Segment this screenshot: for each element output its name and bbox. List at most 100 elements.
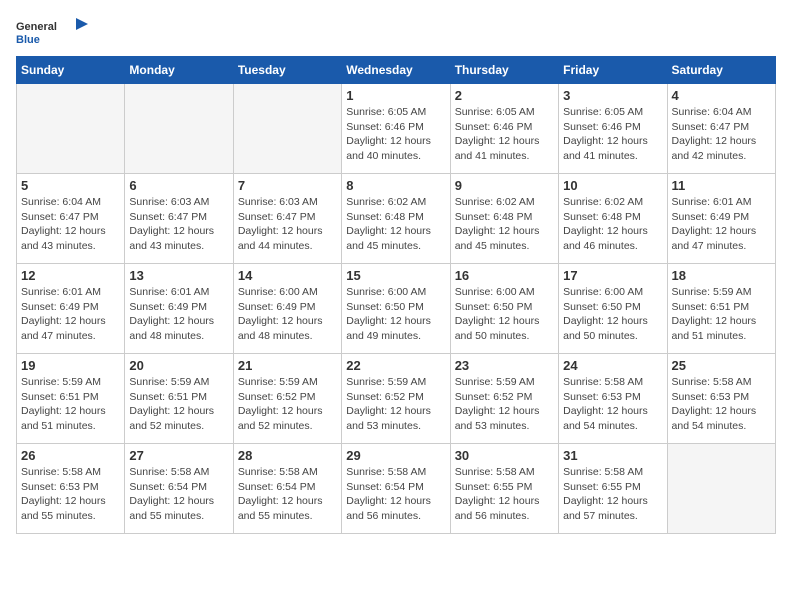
calendar-cell: 13Sunrise: 6:01 AM Sunset: 6:49 PM Dayli… xyxy=(125,264,233,354)
day-number: 14 xyxy=(238,268,337,283)
calendar-cell: 3Sunrise: 6:05 AM Sunset: 6:46 PM Daylig… xyxy=(559,84,667,174)
day-number: 8 xyxy=(346,178,445,193)
day-info: Sunrise: 6:02 AM Sunset: 6:48 PM Dayligh… xyxy=(455,195,554,254)
weekday-header-cell: Tuesday xyxy=(233,57,341,84)
day-info: Sunrise: 5:58 AM Sunset: 6:54 PM Dayligh… xyxy=(129,465,228,524)
calendar-week-row: 1 Sunrise: 6:05 AM Sunset: 6:46 PM Daylig… xyxy=(17,84,776,174)
day-info: Sunrise: 6:05 AM Sunset: 6:46 PM Dayligh… xyxy=(346,105,445,164)
weekday-header-row: SundayMondayTuesdayWednesdayThursdayFrid… xyxy=(17,57,776,84)
day-number: 19 xyxy=(21,358,120,373)
day-info: Sunrise: 6:04 AM Sunset: 6:47 PM Dayligh… xyxy=(21,195,120,254)
logo-icon: General Blue xyxy=(16,16,92,46)
day-number: 2 xyxy=(455,88,554,103)
day-number: 10 xyxy=(563,178,662,193)
weekday-header-cell: Monday xyxy=(125,57,233,84)
calendar-table: SundayMondayTuesdayWednesdayThursdayFrid… xyxy=(16,56,776,534)
page-header: General Blue xyxy=(16,16,776,46)
weekday-header-cell: Friday xyxy=(559,57,667,84)
calendar-cell: 9 Sunrise: 6:02 AM Sunset: 6:48 PM Daylig… xyxy=(450,174,558,264)
day-number: 16 xyxy=(455,268,554,283)
day-info: Sunrise: 5:59 AM Sunset: 6:52 PM Dayligh… xyxy=(346,375,445,434)
calendar-cell: 6 Sunrise: 6:03 AM Sunset: 6:47 PM Daylig… xyxy=(125,174,233,264)
day-number: 26 xyxy=(21,448,120,463)
day-info: Sunrise: 5:58 AM Sunset: 6:55 PM Dayligh… xyxy=(455,465,554,524)
day-number: 24 xyxy=(563,358,662,373)
calendar-cell: 26 Sunrise: 5:58 AM Sunset: 6:53 PM Dayli… xyxy=(17,444,125,534)
calendar-cell: 8 Sunrise: 6:02 AM Sunset: 6:48 PM Daylig… xyxy=(342,174,450,264)
day-number: 18 xyxy=(672,268,771,283)
day-number: 12 xyxy=(21,268,120,283)
calendar-cell: 18 Sunrise: 5:59 AM Sunset: 6:51 PM Dayli… xyxy=(667,264,775,354)
weekday-header-cell: Thursday xyxy=(450,57,558,84)
day-info: Sunrise: 6:05 AM Sunset: 6:46 PM Dayligh… xyxy=(455,105,554,164)
calendar-cell: 29 Sunrise: 5:58 AM Sunset: 6:54 PM Dayli… xyxy=(342,444,450,534)
day-info: Sunrise: 6:01 AM Sunset: 6:49 PM Dayligh… xyxy=(672,195,771,254)
calendar-cell xyxy=(17,84,125,174)
svg-text:General: General xyxy=(16,21,57,33)
calendar-cell xyxy=(667,444,775,534)
calendar-cell: 2 Sunrise: 6:05 AM Sunset: 6:46 PM Daylig… xyxy=(450,84,558,174)
weekday-header-cell: Saturday xyxy=(667,57,775,84)
calendar-cell xyxy=(125,84,233,174)
svg-text:Blue: Blue xyxy=(16,34,40,46)
day-info: Sunrise: 5:58 AM Sunset: 6:55 PM Dayligh… xyxy=(563,465,662,524)
day-info: Sunrise: 6:04 AM Sunset: 6:47 PM Dayligh… xyxy=(672,105,771,164)
calendar-cell: 24 Sunrise: 5:58 AM Sunset: 6:53 PM Dayli… xyxy=(559,354,667,444)
weekday-header-cell: Wednesday xyxy=(342,57,450,84)
calendar-cell: 22Sunrise: 5:59 AM Sunset: 6:52 PM Dayli… xyxy=(342,354,450,444)
day-info: Sunrise: 5:59 AM Sunset: 6:51 PM Dayligh… xyxy=(672,285,771,344)
day-info: Sunrise: 5:58 AM Sunset: 6:53 PM Dayligh… xyxy=(672,375,771,434)
calendar-cell: 17Sunrise: 6:00 AM Sunset: 6:50 PM Dayli… xyxy=(559,264,667,354)
calendar-cell: 7 Sunrise: 6:03 AM Sunset: 6:47 PM Daylig… xyxy=(233,174,341,264)
day-number: 6 xyxy=(129,178,228,193)
calendar-cell: 12 Sunrise: 6:01 AM Sunset: 6:49 PM Dayli… xyxy=(17,264,125,354)
calendar-cell: 5 Sunrise: 6:04 AM Sunset: 6:47 PM Daylig… xyxy=(17,174,125,264)
day-number: 7 xyxy=(238,178,337,193)
day-number: 29 xyxy=(346,448,445,463)
day-info: Sunrise: 5:58 AM Sunset: 6:54 PM Dayligh… xyxy=(238,465,337,524)
calendar-cell: 30 Sunrise: 5:58 AM Sunset: 6:55 PM Dayli… xyxy=(450,444,558,534)
calendar-cell: 20Sunrise: 5:59 AM Sunset: 6:51 PM Dayli… xyxy=(125,354,233,444)
calendar-cell: 21Sunrise: 5:59 AM Sunset: 6:52 PM Dayli… xyxy=(233,354,341,444)
day-info: Sunrise: 5:59 AM Sunset: 6:52 PM Dayligh… xyxy=(238,375,337,434)
day-info: Sunrise: 6:02 AM Sunset: 6:48 PM Dayligh… xyxy=(346,195,445,254)
calendar-cell: 23 Sunrise: 5:59 AM Sunset: 6:52 PM Dayli… xyxy=(450,354,558,444)
day-number: 20 xyxy=(129,358,228,373)
calendar-cell: 4 Sunrise: 6:04 AM Sunset: 6:47 PM Daylig… xyxy=(667,84,775,174)
day-info: Sunrise: 5:58 AM Sunset: 6:53 PM Dayligh… xyxy=(21,465,120,524)
calendar-cell: 19 Sunrise: 5:59 AM Sunset: 6:51 PM Dayli… xyxy=(17,354,125,444)
calendar-cell: 15Sunrise: 6:00 AM Sunset: 6:50 PM Dayli… xyxy=(342,264,450,354)
day-info: Sunrise: 6:00 AM Sunset: 6:49 PM Dayligh… xyxy=(238,285,337,344)
day-number: 1 xyxy=(346,88,445,103)
day-number: 11 xyxy=(672,178,771,193)
day-info: Sunrise: 5:58 AM Sunset: 6:54 PM Dayligh… xyxy=(346,465,445,524)
day-number: 5 xyxy=(21,178,120,193)
day-number: 23 xyxy=(455,358,554,373)
calendar-cell: 1 Sunrise: 6:05 AM Sunset: 6:46 PM Daylig… xyxy=(342,84,450,174)
day-info: Sunrise: 5:59 AM Sunset: 6:51 PM Dayligh… xyxy=(21,375,120,434)
day-info: Sunrise: 6:03 AM Sunset: 6:47 PM Dayligh… xyxy=(129,195,228,254)
calendar-cell: 16Sunrise: 6:00 AM Sunset: 6:50 PM Dayli… xyxy=(450,264,558,354)
calendar-week-row: 5 Sunrise: 6:04 AM Sunset: 6:47 PM Daylig… xyxy=(17,174,776,264)
day-info: Sunrise: 6:01 AM Sunset: 6:49 PM Dayligh… xyxy=(21,285,120,344)
calendar-cell: 28 Sunrise: 5:58 AM Sunset: 6:54 PM Dayli… xyxy=(233,444,341,534)
day-info: Sunrise: 5:58 AM Sunset: 6:53 PM Dayligh… xyxy=(563,375,662,434)
calendar-body: 1 Sunrise: 6:05 AM Sunset: 6:46 PM Daylig… xyxy=(17,84,776,534)
weekday-header-cell: Sunday xyxy=(17,57,125,84)
calendar-cell: 10Sunrise: 6:02 AM Sunset: 6:48 PM Dayli… xyxy=(559,174,667,264)
calendar-cell: 11 Sunrise: 6:01 AM Sunset: 6:49 PM Dayli… xyxy=(667,174,775,264)
calendar-cell: 31Sunrise: 5:58 AM Sunset: 6:55 PM Dayli… xyxy=(559,444,667,534)
day-number: 4 xyxy=(672,88,771,103)
day-info: Sunrise: 6:03 AM Sunset: 6:47 PM Dayligh… xyxy=(238,195,337,254)
logo: General Blue xyxy=(16,16,92,46)
calendar-cell: 14 Sunrise: 6:00 AM Sunset: 6:49 PM Dayli… xyxy=(233,264,341,354)
day-number: 30 xyxy=(455,448,554,463)
day-info: Sunrise: 5:59 AM Sunset: 6:52 PM Dayligh… xyxy=(455,375,554,434)
day-info: Sunrise: 6:00 AM Sunset: 6:50 PM Dayligh… xyxy=(346,285,445,344)
day-number: 28 xyxy=(238,448,337,463)
calendar-week-row: 26 Sunrise: 5:58 AM Sunset: 6:53 PM Dayli… xyxy=(17,444,776,534)
day-info: Sunrise: 6:01 AM Sunset: 6:49 PM Dayligh… xyxy=(129,285,228,344)
day-number: 9 xyxy=(455,178,554,193)
calendar-week-row: 19 Sunrise: 5:59 AM Sunset: 6:51 PM Dayli… xyxy=(17,354,776,444)
day-number: 17 xyxy=(563,268,662,283)
